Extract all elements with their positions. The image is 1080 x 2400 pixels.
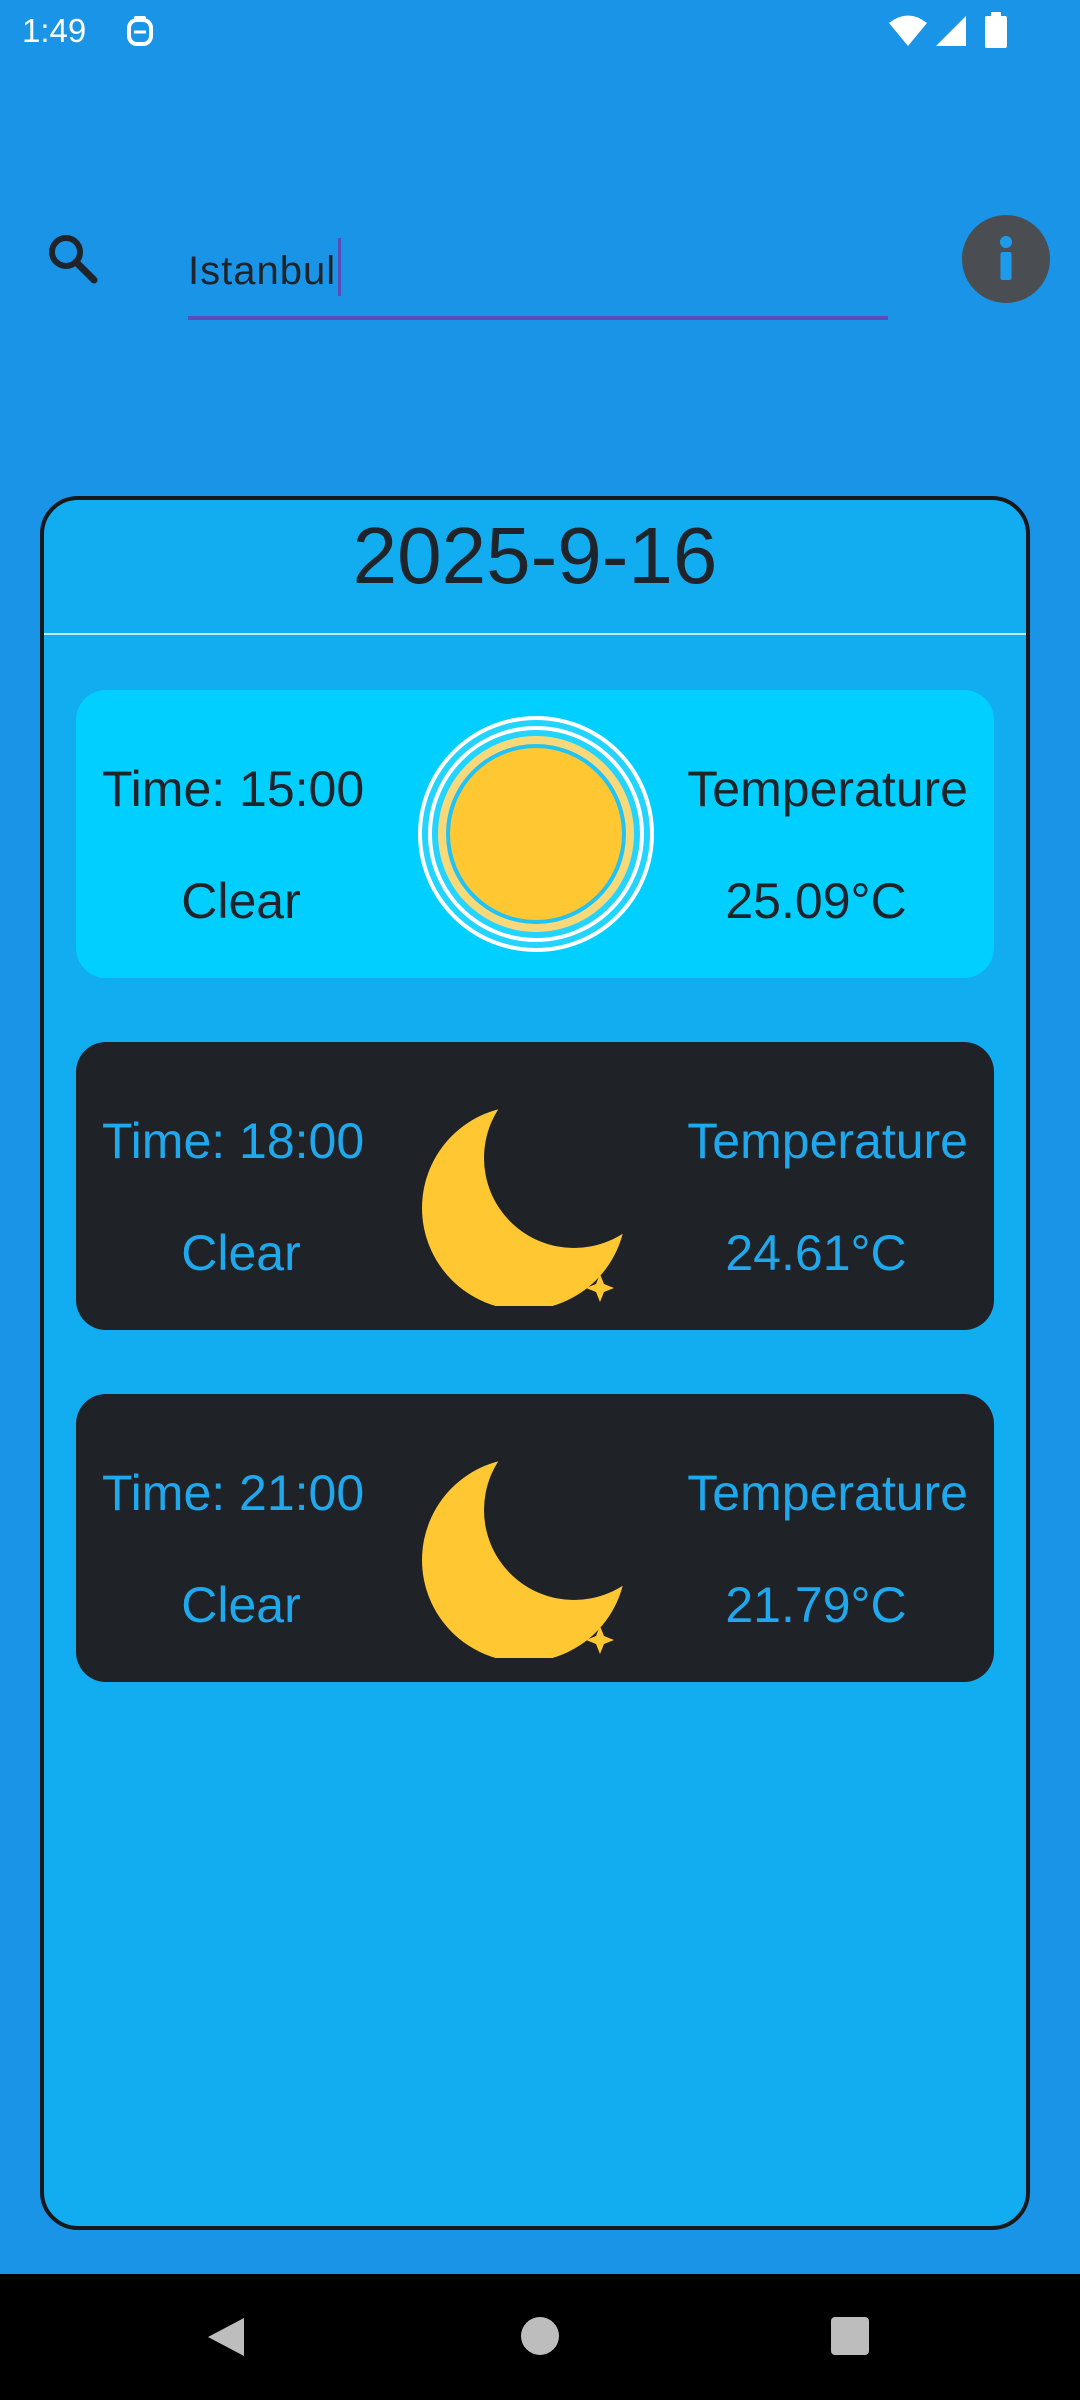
temperature-label: Temperature [687, 1113, 968, 1169]
sun-icon [418, 716, 654, 952]
navigation-bar [0, 2274, 1080, 2400]
forecast-condition: Clear [181, 1225, 301, 1281]
forecast-time: Time: 15:00 [102, 761, 365, 817]
forecast-temperature: 21.79°C [725, 1577, 907, 1633]
forecast-condition: Clear [181, 1577, 301, 1633]
back-icon[interactable] [200, 2312, 250, 2362]
signal-icon [936, 16, 966, 46]
search-value[interactable]: Istanbul [188, 238, 342, 296]
moon-icon [422, 1068, 656, 1306]
forecast-time: Time: 21:00 [102, 1465, 365, 1521]
wifi-icon [889, 15, 927, 46]
forecast-panel: 2025-9-16 Time: 15:00 Clear Temperature … [40, 496, 1030, 2230]
status-time: 1:49 [22, 12, 87, 49]
search-icon[interactable] [44, 230, 100, 286]
info-icon [1000, 236, 1012, 280]
forecast-card[interactable]: Time: 21:00 Clear Temperature 21.79°C [76, 1394, 994, 1682]
app-notification-icon [127, 16, 153, 46]
weather-screen: 1:49 Istanbul 2025-9-16 Time: 15:00 Clea… [0, 0, 1080, 2400]
forecast-condition: Clear [181, 873, 301, 929]
forecast-card[interactable]: Time: 18:00 Clear Temperature 24.61°C [76, 1042, 994, 1330]
forecast-time: Time: 18:00 [102, 1113, 365, 1169]
temperature-label: Temperature [687, 1465, 968, 1521]
divider [44, 633, 1026, 635]
status-bar: 1:49 [0, 0, 1080, 62]
forecast-card[interactable]: Time: 15:00 Clear Temperature 25.09°C [76, 690, 994, 978]
recents-icon[interactable] [830, 2316, 870, 2356]
home-icon[interactable] [520, 2316, 560, 2356]
info-button[interactable] [962, 215, 1050, 303]
forecast-date: 2025-9-16 [352, 511, 718, 600]
forecast-temperature: 24.61°C [725, 1225, 907, 1281]
battery-icon [985, 12, 1007, 48]
temperature-label: Temperature [687, 761, 968, 817]
moon-icon [422, 1420, 656, 1658]
text-caret [338, 238, 342, 296]
search-text: Istanbul [188, 249, 337, 293]
forecast-temperature: 25.09°C [725, 873, 907, 929]
